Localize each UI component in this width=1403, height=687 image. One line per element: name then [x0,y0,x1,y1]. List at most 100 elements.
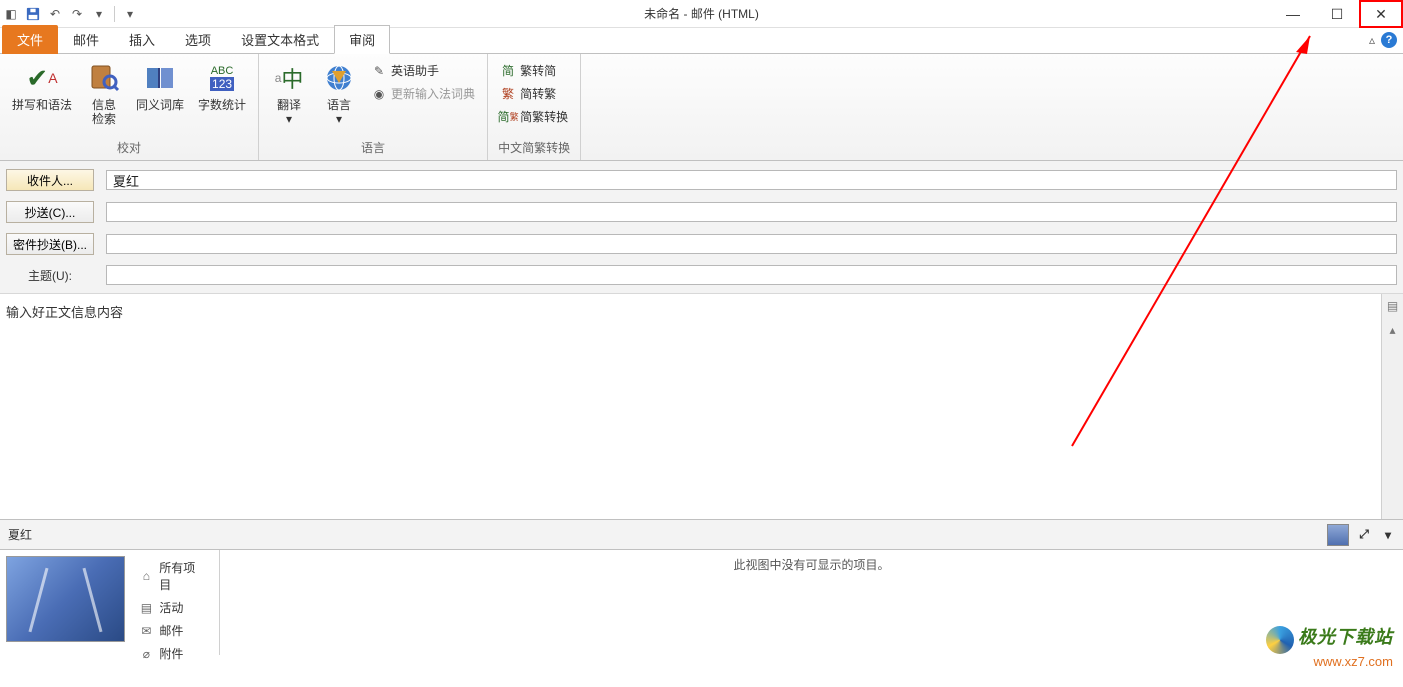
dropdown-icon[interactable]: ▾ [90,5,108,23]
customize-qat-icon[interactable]: ▾ [121,5,139,23]
group-proofing: ✔A 拼写和语法 信息 检索 同义词库 ABC123 字数统计 [0,54,259,160]
tab-activity[interactable]: ▤ 活动 [133,596,213,619]
wordcount-icon: ABC123 [204,60,240,96]
cc-input[interactable] [106,202,1397,222]
empty-message: 此视图中没有可显示的项目。 [733,558,889,572]
to-row: 收件人... [6,169,1397,191]
tab-mail[interactable]: 邮件 [58,25,114,54]
watermark-url: www.xz7.com [1266,654,1393,669]
language-icon [321,60,357,96]
window-controls: — ☐ ✕ [1271,0,1403,28]
group-language: a中 翻译▾ 语言▾ ✎ 英语助手 ◉ 更新输入法词典 语言 [259,54,488,160]
group-cjk: 简 繁转简 繁 简转繁 简繁 简繁转换 中文简繁转换 [488,54,581,160]
tab-attachments[interactable]: ⌀ 附件 [133,642,213,665]
separator [114,6,115,22]
mail-icon: ✉ [139,624,153,638]
thesaurus-icon [142,60,178,96]
undo-icon[interactable]: ↶ [46,5,64,23]
cjk-convert-button[interactable]: 简繁 简繁转换 [496,106,572,127]
sc-to-tc-button[interactable]: 繁 简转繁 [496,83,572,104]
maximize-button[interactable]: ☐ [1315,0,1359,28]
scroll-up-icon[interactable]: ▴ [1385,322,1401,338]
tab-format[interactable]: 设置文本格式 [226,25,334,54]
chevron-down-icon[interactable]: ▾ [1379,526,1397,544]
research-label: 信息 检索 [92,98,116,126]
tab-options[interactable]: 选项 [170,25,226,54]
bcc-button[interactable]: 密件抄送(B)... [6,233,94,255]
group-proofing-label: 校对 [8,137,250,160]
tab-insert[interactable]: 插入 [114,25,170,54]
people-pane-content: 此视图中没有可显示的项目。 [220,550,1403,655]
cc-button[interactable]: 抄送(C)... [6,201,94,223]
bcc-input[interactable] [106,234,1397,254]
ribbon: ✔A 拼写和语法 信息 检索 同义词库 ABC123 字数统计 [0,54,1403,161]
title-bar: ◧ ↶ ↷ ▾ ▾ 未命名 - 邮件 (HTML) — ☐ ✕ [0,0,1403,28]
translate-icon: a中 [271,60,307,96]
thesaurus-button[interactable]: 同义词库 [132,58,188,114]
contact-tabs: ⌂ 所有项目 ▤ 活动 ✉ 邮件 ⌀ 附件 [133,556,213,649]
language-button[interactable]: 语言▾ [317,58,361,128]
tab-all-items[interactable]: ⌂ 所有项目 [133,556,213,596]
people-pane-body: ⌂ 所有项目 ▤ 活动 ✉ 邮件 ⌀ 附件 此视图中没有可显示的项目。 [0,550,1403,655]
to-button[interactable]: 收件人... [6,169,94,191]
home-icon: ⌂ [139,569,153,583]
cjk-icon: 简繁 [500,109,516,125]
attachments-label: 附件 [159,645,183,662]
activity-icon: ▤ [139,601,153,615]
translate-button[interactable]: a中 翻译▾ [267,58,311,128]
update-ime-button[interactable]: ◉ 更新输入法词典 [367,83,479,104]
tab-file[interactable]: 文件 [2,25,58,54]
tc-to-sc-button[interactable]: 简 繁转简 [496,60,572,81]
help-icon[interactable]: ? [1381,32,1397,48]
minimize-button[interactable]: — [1271,0,1315,28]
tc2sc-label: 繁转简 [520,62,556,79]
people-pane-header: 夏红 ⤢ ▾ [0,520,1403,550]
translate-label: 翻译▾ [277,98,301,126]
thesaurus-label: 同义词库 [136,98,184,112]
sc2tc-icon: 繁 [500,86,516,102]
save-icon[interactable] [24,5,42,23]
address-fields: 收件人... 抄送(C)... 密件抄送(B)... 主题(U): [0,161,1403,294]
subject-label: 主题(U): [6,267,94,284]
window-title: 未命名 - 邮件 (HTML) [644,5,759,22]
spelling-icon: ✔A [24,60,60,96]
sc2tc-label: 简转繁 [520,85,556,102]
tab-mail-items[interactable]: ✉ 邮件 [133,619,213,642]
tabs-right: ▵ ? [1369,32,1397,48]
ruler-icon[interactable]: ▤ [1385,298,1401,314]
watermark-title: 极光下载站 [1298,627,1393,647]
contact-name: 夏红 [8,526,32,543]
english-assistant-button[interactable]: ✎ 英语助手 [367,60,479,81]
contact-card: ⌂ 所有项目 ▤ 活动 ✉ 邮件 ⌀ 附件 [0,550,220,655]
subject-row: 主题(U): [6,265,1397,285]
tab-review[interactable]: 审阅 [334,25,390,54]
ribbon-minimize-icon[interactable]: ▵ [1369,33,1375,47]
quick-access-toolbar: ◧ ↶ ↷ ▾ ▾ [0,5,139,23]
wordcount-label: 字数统计 [198,98,246,112]
message-body[interactable]: 输入好正文信息内容 [0,294,1381,519]
spelling-label: 拼写和语法 [12,98,72,112]
ribbon-tabs: 文件 邮件 插入 选项 设置文本格式 审阅 ▵ ? [0,28,1403,54]
assist-icon: ✎ [371,63,387,79]
contact-thumbnail-small[interactable] [1327,524,1349,546]
qat-icon[interactable]: ◧ [2,5,20,23]
subject-input[interactable] [106,265,1397,285]
watermark: 极光下载站 www.xz7.com [1266,623,1393,669]
body-sidebar: ▤ ▴ [1381,294,1403,519]
group-cjk-label: 中文简繁转换 [496,137,572,160]
all-items-label: 所有项目 [159,559,207,593]
language-label: 语言▾ [327,98,351,126]
research-icon [86,60,122,96]
tc2sc-icon: 简 [500,63,516,79]
redo-icon[interactable]: ↷ [68,5,86,23]
wordcount-button[interactable]: ABC123 字数统计 [194,58,250,114]
english-assistant-label: 英语助手 [391,62,439,79]
contact-avatar [6,556,125,642]
expand-icon[interactable]: ⤢ [1355,526,1373,544]
cc-row: 抄送(C)... [6,201,1397,223]
to-input[interactable] [106,170,1397,190]
close-button[interactable]: ✕ [1359,0,1403,28]
spelling-button[interactable]: ✔A 拼写和语法 [8,58,76,114]
group-language-label: 语言 [267,137,479,160]
research-button[interactable]: 信息 检索 [82,58,126,128]
